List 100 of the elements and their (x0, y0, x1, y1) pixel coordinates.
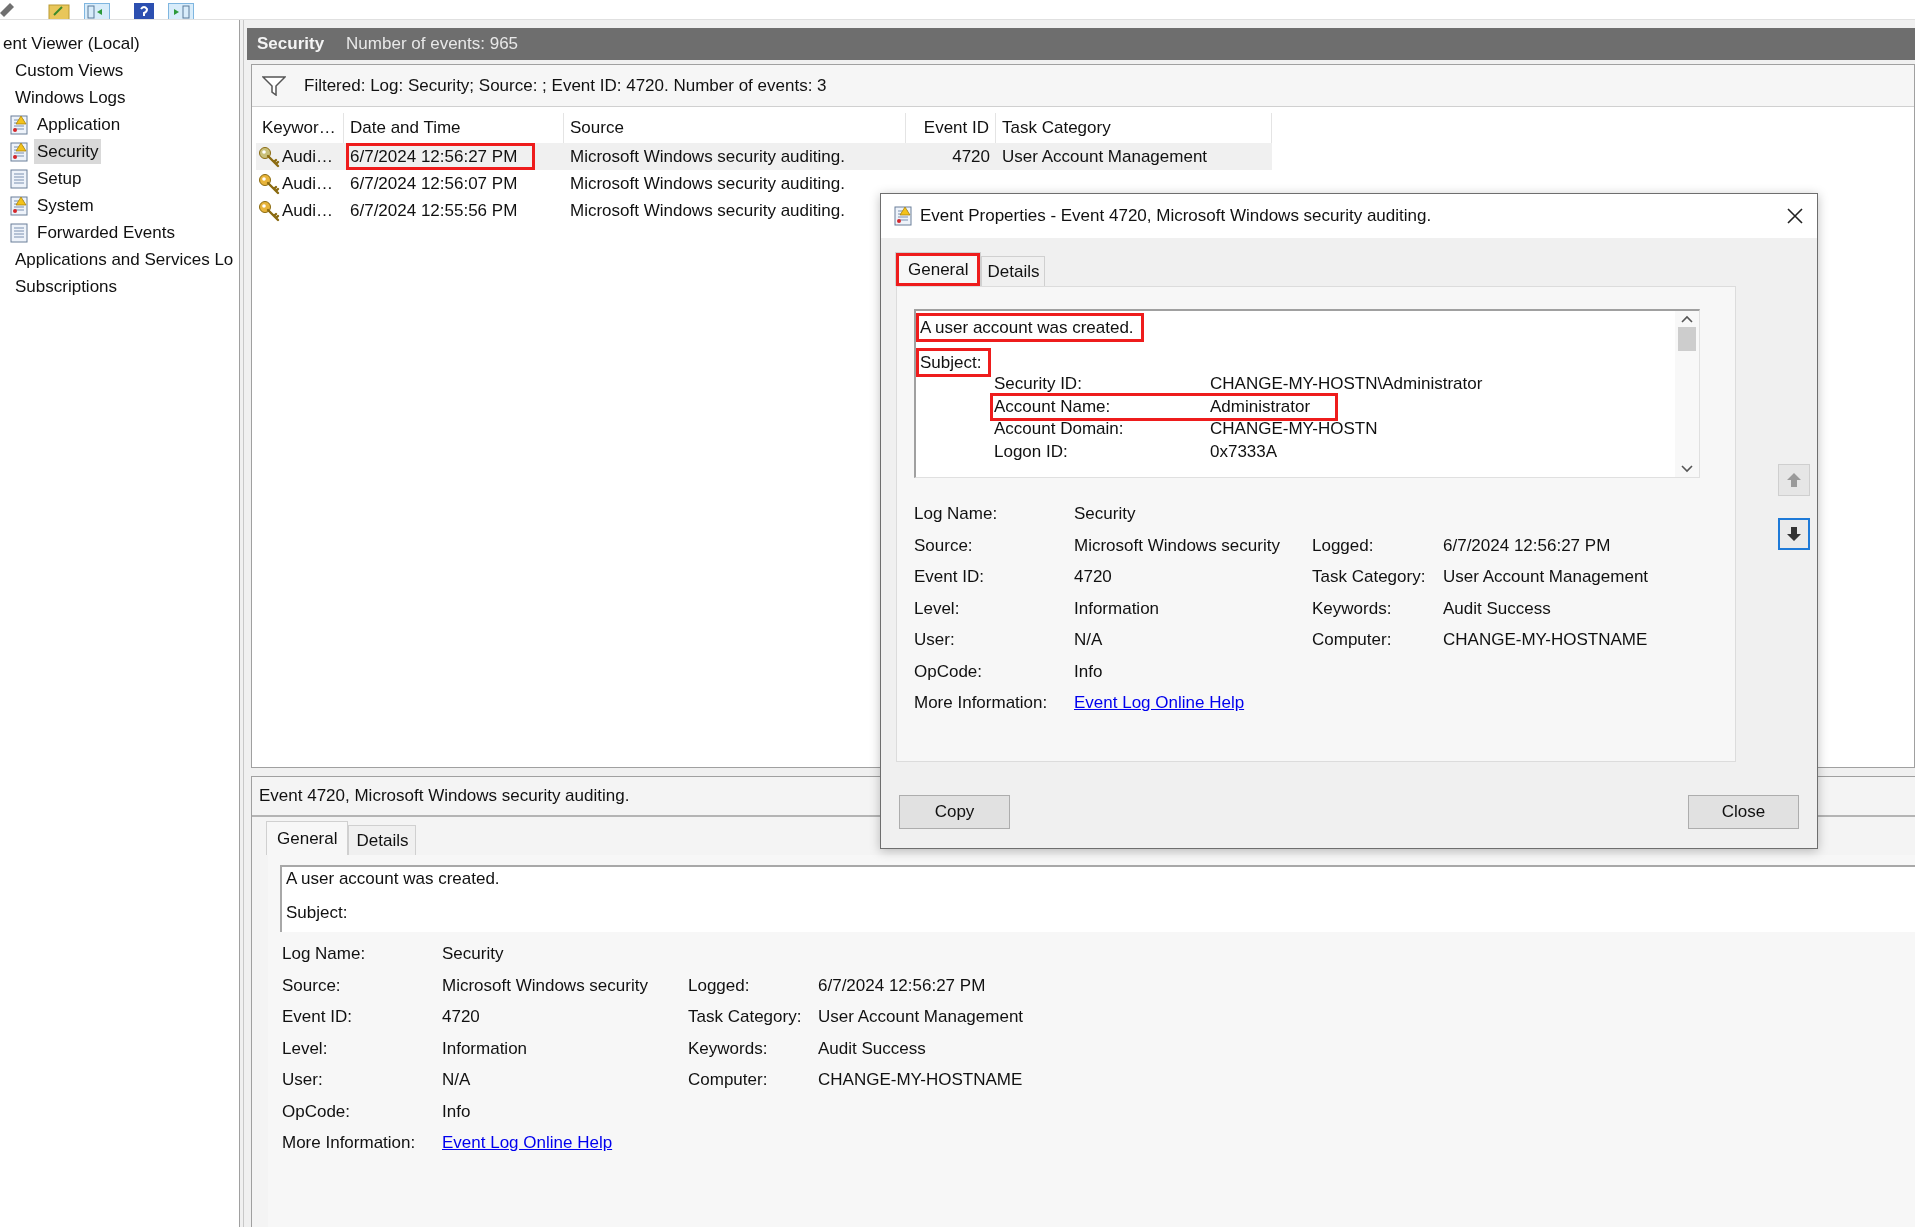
help-link[interactable]: Event Log Online Help (442, 1130, 613, 1156)
key-icon (258, 199, 280, 222)
table-cell: 6/7/2024 12:56:27 PM (346, 143, 536, 170)
field-label: Keywords: (1312, 597, 1393, 620)
tab[interactable]: General (895, 252, 982, 286)
field-label: Logged: (1312, 534, 1375, 557)
scroll-down-icon[interactable] (1681, 465, 1693, 473)
down-arrow-icon (1786, 526, 1802, 542)
panel-right-icon[interactable] (168, 3, 194, 19)
field-value: CHANGE-MY-HOSTNAME (1443, 629, 1648, 651)
field-value: 4720 (1074, 566, 1113, 588)
field-label: Logged: (688, 974, 751, 997)
log-icon (10, 168, 28, 189)
log-warning-icon (10, 141, 28, 162)
table-row[interactable]: Audi… 6/7/2024 12:56:27 PM Microsoft Windows security auditing. 4720 User Account Management (256, 143, 1272, 170)
field-value: CHANGE-MY-HOSTN\Administrator (1210, 373, 1483, 395)
field-label: More Information: (282, 1132, 417, 1154)
field-label: Keywords: (688, 1037, 769, 1060)
event-count: Number of events: 965 (346, 33, 519, 56)
table-cell: Microsoft Windows security auditing. (570, 200, 845, 220)
field-label: User: (914, 629, 956, 651)
field-value: Information (1074, 597, 1161, 620)
field-label: Event ID: (282, 1006, 353, 1028)
tab[interactable]: Details (348, 825, 417, 855)
field-label: Level: (914, 597, 961, 620)
tree-item[interactable]: Application (34, 112, 124, 137)
help-link[interactable]: Event Log Online Help (1074, 690, 1245, 716)
event-summary: Event 4720, Microsoft Windows security auditing. (259, 785, 630, 808)
pen-icon[interactable] (0, 3, 14, 19)
table-cell: User Account Management (1002, 146, 1208, 166)
field-label: OpCode: (282, 1100, 352, 1123)
log-icon (10, 222, 28, 243)
field-value: Audit Success (818, 1037, 926, 1060)
table-cell-text: Audi… (282, 199, 334, 222)
tab[interactable]: Details (981, 256, 1046, 286)
field-label: Source: (282, 974, 342, 997)
field-value: Security (1074, 503, 1137, 525)
field-label: Task Category: (688, 1006, 803, 1028)
field-value: 4720 (442, 1006, 481, 1028)
field-label: Computer: (1312, 629, 1393, 651)
field-label: Computer: (688, 1069, 769, 1091)
scrollbar[interactable] (1675, 311, 1699, 477)
message-text: A user account was created. (916, 313, 1144, 342)
help-icon[interactable] (134, 3, 154, 19)
table-cell-text: 6/7/2024 12:56:07 PM (349, 173, 519, 195)
table-cell-text: Audi… (282, 172, 334, 195)
field-value: Microsoft Windows security (442, 974, 649, 997)
tree-item[interactable]: ent Viewer (Local) (0, 31, 143, 56)
tree-item[interactable]: Security (34, 139, 102, 164)
table-cell-text: 4720 (952, 145, 990, 168)
tree-item[interactable]: Custom Views (12, 58, 127, 83)
key-icon (258, 172, 280, 195)
field-label: Task Category: (1312, 566, 1427, 588)
panel-left-icon[interactable] (84, 3, 110, 19)
funnel-icon (262, 75, 286, 96)
folder-icon[interactable] (48, 3, 70, 19)
up-arrow-icon (1786, 472, 1802, 488)
table-cell-text: 6/7/2024 12:55:56 PM (349, 200, 519, 222)
tab[interactable]: General (266, 821, 349, 855)
scroll-up-icon[interactable] (1681, 315, 1693, 323)
field-label: More Information: (914, 692, 1049, 714)
field-value: Security (442, 943, 505, 965)
event-log-icon (894, 206, 912, 226)
field-value: User Account Management (1443, 566, 1649, 588)
field-label: OpCode: (914, 660, 984, 683)
tree-item[interactable]: Forwarded Events (34, 220, 178, 245)
field-label: Account Domain: (994, 418, 1125, 440)
tree-item[interactable]: Windows Logs (12, 85, 129, 110)
next-event-button[interactable] (1778, 518, 1810, 550)
field-value: 6/7/2024 12:56:27 PM (1443, 534, 1611, 557)
field-label: Log Name: (914, 503, 999, 525)
field-value: CHANGE-MY-HOSTNAME (818, 1069, 1023, 1091)
scroll-thumb[interactable] (1678, 327, 1696, 351)
dialog-title: Event Properties - Event 4720, Microsoft Windows security auditing. (920, 205, 1433, 228)
filter-text: Filtered: Log: Security; Source: ; Event ID: 4720. Number of events: 3 (304, 74, 827, 97)
log-warning-icon (10, 195, 28, 216)
table-cell: Microsoft Windows security auditing. (570, 146, 845, 166)
field-value: 6/7/2024 12:56:27 PM (818, 974, 986, 997)
tree-item[interactable]: Setup (34, 166, 85, 191)
field-label: User: (282, 1069, 324, 1091)
field-value: 0x7333A (1210, 440, 1278, 463)
close-icon[interactable] (1787, 208, 1803, 224)
field-value: Information (442, 1037, 529, 1060)
field-value: Info (442, 1100, 472, 1123)
message-text: Subject: (916, 348, 992, 377)
key-icon (258, 145, 280, 168)
log-warning-icon (10, 114, 28, 135)
tree-item[interactable]: System (34, 193, 97, 218)
field-label: Source: (914, 534, 974, 557)
field-label: Security ID: (994, 373, 1083, 395)
table-cell-text: Audi… (282, 145, 334, 168)
field-value: N/A (1074, 629, 1104, 651)
field-label: Event ID: (914, 566, 985, 588)
dialog-button[interactable]: Copy (899, 795, 1010, 829)
dialog-button[interactable]: Close (1688, 795, 1799, 829)
field-value: User Account Management (818, 1006, 1024, 1028)
tree-item[interactable]: Subscriptions (12, 274, 121, 299)
tree-item[interactable]: Applications and Services Lo (12, 247, 237, 272)
table-cell: Microsoft Windows security auditing. (570, 173, 845, 193)
table-row[interactable]: Audi… 6/7/2024 12:56:07 PM Microsoft Windows security auditing. (256, 170, 1272, 197)
